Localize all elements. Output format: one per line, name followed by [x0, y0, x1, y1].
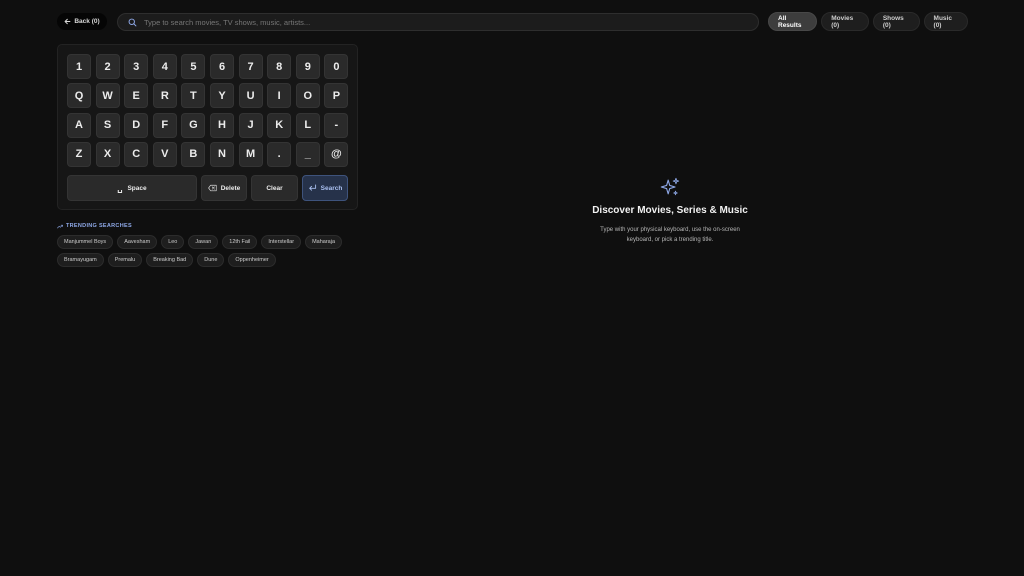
- key-9[interactable]: 9: [295, 54, 320, 79]
- sparkles-icon: [660, 177, 680, 196]
- trending-heading: TRENDING SEARCHES: [57, 223, 132, 229]
- key-k[interactable]: K: [267, 112, 292, 138]
- trending-chip[interactable]: Maharaja: [305, 235, 343, 249]
- key-4[interactable]: 4: [152, 54, 177, 79]
- search-bar[interactable]: [117, 13, 759, 31]
- key-5[interactable]: 5: [181, 54, 206, 79]
- filter-tabs: All Results Movies (0) Shows (0) Music (0): [768, 12, 969, 32]
- trending-chip[interactable]: Interstellar: [261, 235, 302, 249]
- trending-chip[interactable]: Oppenheimer: [228, 253, 276, 267]
- key-z[interactable]: Z: [67, 141, 91, 167]
- space-key[interactable]: ␣ Space: [67, 175, 197, 201]
- trending-chip[interactable]: Aavesham: [117, 235, 158, 249]
- trending-heading-label: TRENDING SEARCHES: [66, 223, 132, 229]
- clear-key-label: Clear: [266, 184, 283, 192]
- trending-chips: Manjummel Boys Aavesham Leo Jawan 12th Fail I…: [57, 235, 357, 267]
- key-o[interactable]: O: [295, 83, 320, 109]
- search-input[interactable]: [144, 17, 704, 27]
- empty-state-text: Type with your physical keyboard, use th…: [600, 227, 740, 243]
- key-h[interactable]: H: [210, 112, 234, 138]
- filter-tab-movies[interactable]: Movies (0): [821, 12, 869, 31]
- back-button[interactable]: Back (0): [57, 13, 107, 30]
- trending-chip[interactable]: Bramayugam: [57, 253, 104, 267]
- space-key-label: Space: [127, 184, 147, 192]
- empty-state: Discover Movies, Series & Music Type wit…: [570, 176, 770, 245]
- key-x[interactable]: X: [95, 141, 120, 167]
- delete-key-label: Delete: [220, 184, 241, 192]
- back-button-label: Back (0): [74, 18, 100, 25]
- search-key-label: Search: [320, 184, 343, 192]
- key-b[interactable]: B: [181, 141, 206, 167]
- key-6[interactable]: 6: [210, 54, 234, 79]
- filter-tab-music[interactable]: Music (0): [923, 12, 969, 31]
- key-t[interactable]: T: [181, 83, 206, 109]
- key-w[interactable]: W: [95, 83, 120, 109]
- filter-tab-all[interactable]: All Results: [768, 12, 818, 31]
- search-icon: [128, 18, 137, 26]
- filter-tab-shows[interactable]: Shows (0): [872, 12, 920, 31]
- key-2[interactable]: 2: [95, 54, 120, 79]
- trending-chip[interactable]: 12th Fail: [222, 235, 258, 249]
- delete-key[interactable]: Delete: [201, 175, 247, 201]
- key-g[interactable]: G: [181, 112, 206, 138]
- key-y[interactable]: Y: [210, 83, 234, 109]
- key-f[interactable]: F: [152, 112, 177, 138]
- key-period[interactable]: .: [267, 141, 292, 167]
- key-n[interactable]: N: [210, 141, 234, 167]
- key-p[interactable]: P: [324, 83, 349, 109]
- key-e[interactable]: E: [124, 83, 149, 109]
- key-c[interactable]: C: [124, 141, 149, 167]
- trending-chip[interactable]: Leo: [161, 235, 185, 249]
- key-0[interactable]: 0: [324, 54, 349, 79]
- key-3[interactable]: 3: [124, 54, 149, 79]
- on-screen-keyboard: ␣ Space Delete Clear Search 1234567890 QW…: [57, 44, 358, 210]
- key-d[interactable]: D: [124, 112, 149, 138]
- trending-chip[interactable]: Premalu: [107, 253, 143, 267]
- empty-state-title: Discover Movies, Series & Music: [592, 205, 748, 216]
- key-a[interactable]: A: [67, 112, 91, 138]
- key-hyphen[interactable]: -: [324, 112, 349, 138]
- key-m[interactable]: M: [238, 141, 263, 167]
- key-underscore[interactable]: _: [295, 141, 320, 167]
- key-7[interactable]: 7: [238, 54, 263, 79]
- key-q[interactable]: Q: [67, 83, 91, 109]
- trending-chip[interactable]: Manjummel Boys: [57, 235, 114, 249]
- trending-up-icon: [57, 224, 63, 228]
- key-l[interactable]: L: [295, 112, 320, 138]
- backspace-icon: [207, 184, 217, 192]
- top-bar: Back (0) All ResultsMovies (0)Shows (0)M…: [57, 12, 969, 32]
- key-r[interactable]: R: [152, 83, 177, 109]
- key-at[interactable]: @: [324, 141, 349, 167]
- key-s[interactable]: S: [95, 112, 120, 138]
- key-i[interactable]: I: [267, 83, 292, 109]
- key-8[interactable]: 8: [267, 54, 292, 79]
- clear-key[interactable]: Clear: [251, 175, 298, 201]
- trending-chip[interactable]: Jawan: [188, 235, 219, 249]
- enter-icon: [308, 184, 316, 191]
- trending-chip[interactable]: Breaking Bad: [146, 253, 194, 267]
- key-1[interactable]: 1: [67, 54, 91, 79]
- search-key[interactable]: Search: [302, 175, 348, 201]
- space-icon: ␣: [117, 183, 122, 193]
- trending-chip[interactable]: Dune: [197, 253, 225, 267]
- key-v[interactable]: V: [152, 141, 177, 167]
- arrow-left-icon: [64, 18, 71, 25]
- key-j[interactable]: J: [238, 112, 263, 138]
- key-u[interactable]: U: [238, 83, 263, 109]
